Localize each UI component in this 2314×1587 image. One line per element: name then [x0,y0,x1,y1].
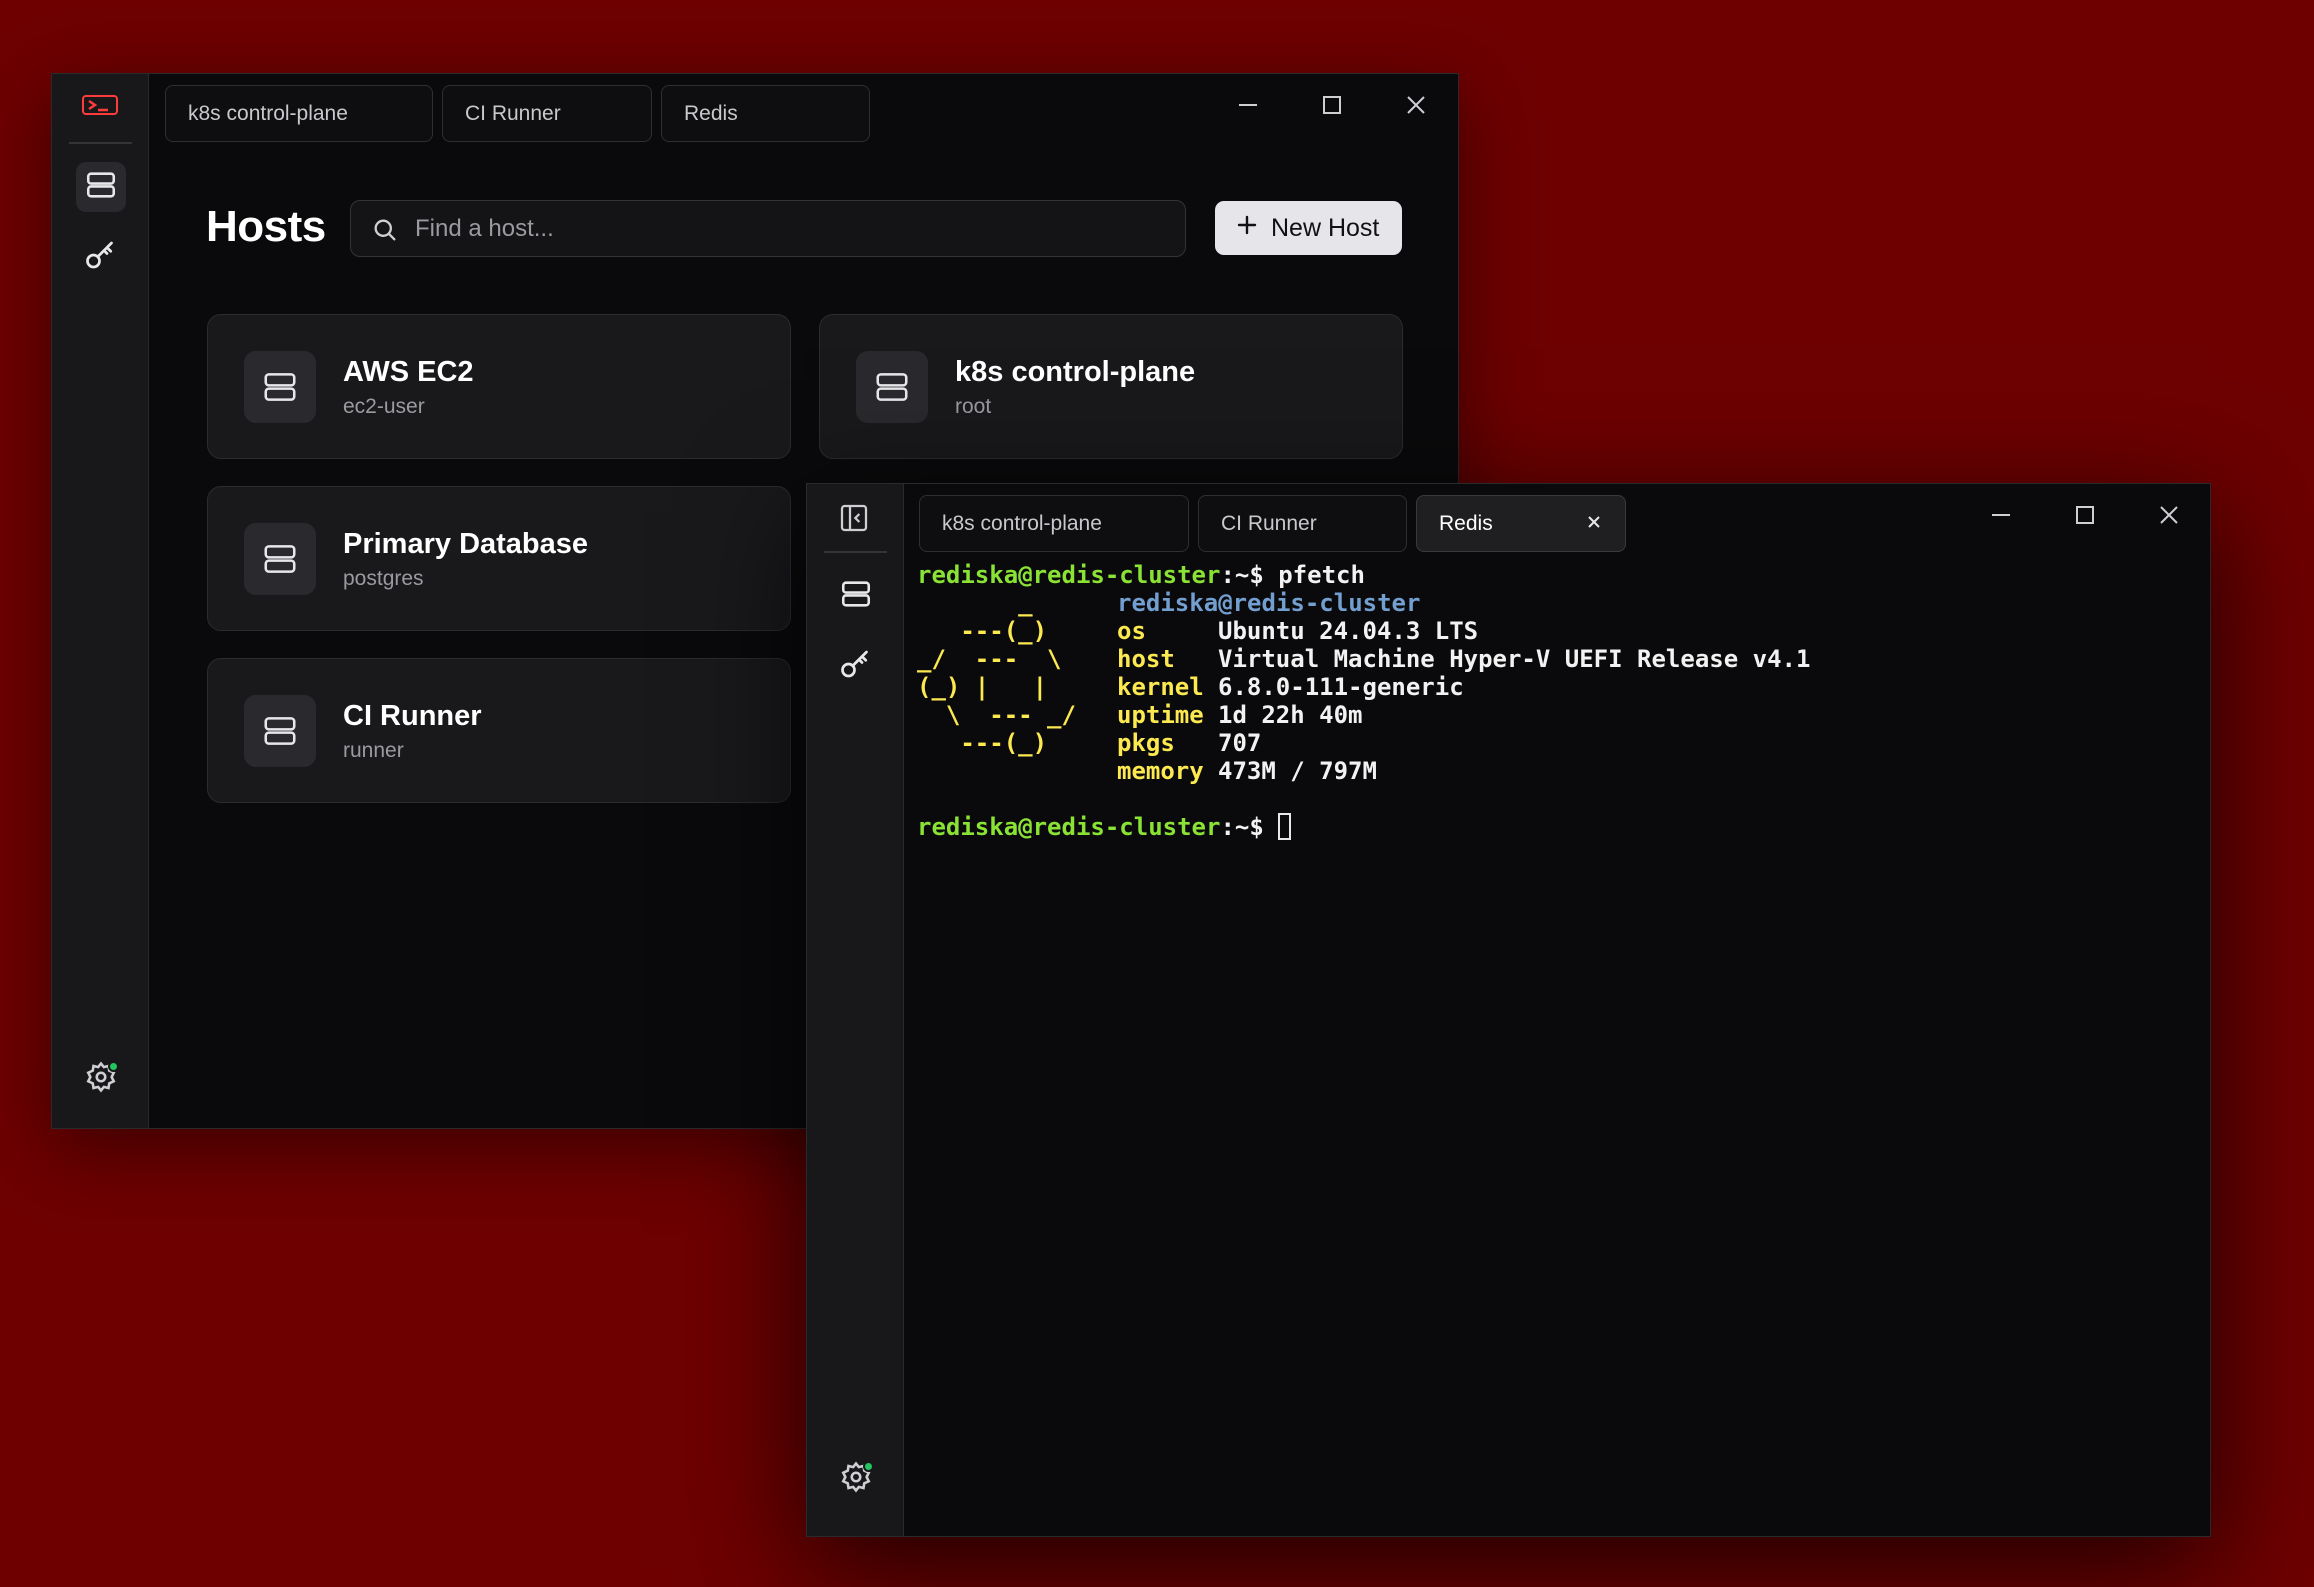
server-icon [244,523,316,595]
fetch-row: \ --- _/uptime 1d 22h 40m [917,701,1363,729]
sidebar-divider [824,551,887,553]
sidebar-settings-button[interactable] [76,1054,126,1104]
sidebar-keys-button[interactable] [76,232,126,282]
host-user: postgres [343,567,424,590]
new-host-button[interactable]: New Host [1215,201,1402,255]
new-host-label: New Host [1271,213,1380,242]
app-logo-icon [82,94,120,118]
server-icon [244,695,316,767]
sidebar-toggle-icon [838,504,870,538]
host-user: root [955,395,992,418]
host-card-aws-ec2[interactable]: AWS EC2 ec2-user [207,314,791,459]
fetch-row: ---(_) pkgs 707 [917,729,1262,757]
maximize-icon [1321,94,1343,121]
tab-redis[interactable]: Redis [1416,495,1626,552]
minimize-button[interactable] [1986,502,2016,532]
close-icon [1586,512,1602,536]
fetch-row: _ rediska@redis-cluster [917,589,1421,617]
sidebar-hosts-button[interactable] [831,571,881,621]
sidebar [52,74,149,1128]
close-icon [2158,504,2180,531]
search-input[interactable] [415,201,1155,256]
host-name: Primary Database [343,528,589,560]
plus-icon [1235,213,1259,244]
sidebar-divider [69,142,132,144]
host-card-k8s-control-plane[interactable]: k8s control-plane root [819,314,1403,459]
terminal-line-prompt: rediska@redis-cluster:~$ [917,813,2200,841]
key-icon [838,646,874,687]
search-icon [371,216,399,249]
tab-k8s-control-plane[interactable]: k8s control-plane [165,85,433,142]
host-user: runner [343,739,404,762]
fetch-row: memory 473M / 797M [1117,757,1377,785]
update-dot [108,1061,119,1072]
minimize-button[interactable] [1233,92,1263,122]
host-name: CI Runner [343,700,482,732]
maximize-button[interactable] [2070,502,2100,532]
host-card-ci-runner[interactable]: CI Runner runner [207,658,791,803]
host-name: AWS EC2 [343,356,474,388]
sidebar-hosts-button[interactable] [76,162,126,212]
server-icon [84,168,118,207]
terminal-output[interactable]: rediska@redis-cluster:~$ pfetch _ rediska… [917,561,2200,1526]
maximize-icon [2074,504,2096,531]
minimize-icon [1237,94,1259,121]
fetch-row: (_) | | kernel 6.8.0-111-generic [917,673,1464,701]
update-dot [863,1461,874,1472]
sidebar [807,484,904,1536]
close-button[interactable] [1401,92,1431,122]
host-search[interactable] [350,200,1186,257]
server-icon [856,351,928,423]
tab-ci-runner[interactable]: CI Runner [1198,495,1407,552]
host-user: ec2-user [343,395,425,418]
sidebar-keys-button[interactable] [831,641,881,691]
terminal-window: k8s control-plane CI Runner Redis redisk… [806,483,2211,1537]
tab-ci-runner[interactable]: CI Runner [442,85,652,142]
minimize-icon [1990,504,2012,531]
host-name: k8s control-plane [955,356,1196,388]
tab-close-button[interactable] [1583,513,1605,535]
close-button[interactable] [2154,502,2184,532]
key-icon [83,237,119,278]
fetch-row: ---(_) os Ubuntu 24.04.3 LTS [917,617,1479,645]
host-card-primary-database[interactable]: Primary Database postgres [207,486,791,631]
page-title: Hosts [206,202,326,251]
server-icon [839,577,873,616]
sidebar-toggle-button[interactable] [838,502,872,536]
terminal-line-command: rediska@redis-cluster:~$ pfetch [917,561,1365,589]
tab-k8s-control-plane[interactable]: k8s control-plane [919,495,1189,552]
sidebar-settings-button[interactable] [831,1454,881,1504]
terminal-cursor [1278,813,1292,840]
server-icon [244,351,316,423]
fetch-row: _/ --- \ host Virtual Machine Hyper-V UEFI… [917,645,1811,673]
tab-redis[interactable]: Redis [661,85,870,142]
close-icon [1405,94,1427,121]
maximize-button[interactable] [1317,92,1347,122]
